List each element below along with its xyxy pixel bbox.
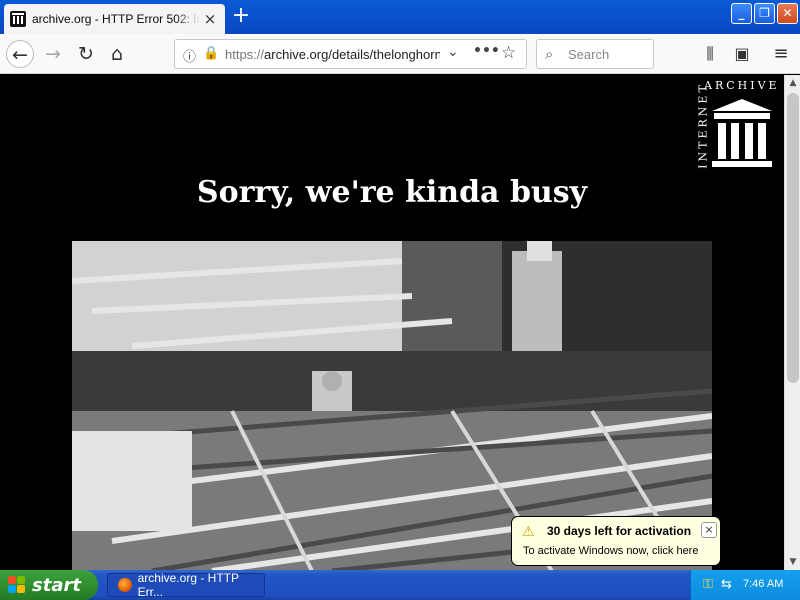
page-actions-icon[interactable]: •••	[473, 43, 500, 59]
hamburger-menu-icon[interactable]: ≡	[767, 40, 795, 68]
lock-icon[interactable]: 🔒	[203, 46, 219, 61]
page-content: ARCHIVE INTERNET Sorry, we're kinda busy	[0, 75, 784, 570]
start-label: start	[32, 574, 81, 596]
page-headline: Sorry, we're kinda busy	[196, 175, 588, 210]
scroll-up-icon[interactable]: ▲	[785, 75, 800, 91]
browser-tab[interactable]: archive.org - HTTP Error 502: Internal S…	[4, 4, 225, 34]
sidebar-toggle-icon[interactable]: ▣	[728, 40, 756, 68]
network-icon[interactable]: ⇆	[721, 577, 732, 592]
info-icon[interactable]: ⓘ	[183, 46, 196, 65]
search-input[interactable]: ⌕ Search	[536, 39, 654, 69]
balloon-title: 30 days left for activation	[547, 524, 692, 538]
back-button[interactable]: ←	[6, 40, 34, 68]
tab-close-icon[interactable]: ×	[202, 11, 218, 27]
search-icon: ⌕	[545, 45, 554, 63]
logo-archive-text: ARCHIVE	[704, 79, 780, 92]
home-button[interactable]: ⌂	[103, 40, 131, 68]
windows-logo-icon	[8, 576, 26, 594]
activation-key-icon[interactable]: ⚿	[703, 577, 713, 592]
vertical-scrollbar[interactable]: ▲ ▼	[784, 75, 800, 570]
chevron-down-icon[interactable]: ⌄	[447, 44, 459, 60]
warning-icon: ⚠	[522, 524, 535, 540]
reload-button[interactable]: ↻	[72, 40, 100, 68]
minimize-button[interactable]: _	[731, 3, 752, 24]
clock[interactable]: 7:46 AM	[743, 578, 783, 590]
url-bar[interactable]: ⓘ 🔒 https://archive.org/details/thelongh…	[174, 39, 527, 69]
archive-favicon-icon	[10, 11, 26, 27]
internet-archive-logo[interactable]: ARCHIVE INTERNET	[686, 79, 782, 175]
new-tab-button[interactable]: +	[230, 5, 252, 27]
navigation-toolbar: ← → ↻ ⌂ ⓘ 🔒 https://archive.org/details/…	[0, 34, 800, 74]
title-bar: archive.org - HTTP Error 502: Internal S…	[0, 0, 800, 34]
library-icon[interactable]: ⫼	[696, 40, 724, 68]
url-text[interactable]: https://archive.org/details/thelonghorn	[225, 47, 440, 62]
search-placeholder: Search	[568, 47, 610, 62]
activation-balloon[interactable]: ⚠ 30 days left for activation To activat…	[511, 516, 721, 566]
balloon-text[interactable]: To activate Windows now, click here	[523, 545, 698, 557]
maximize-button[interactable]: ❐	[754, 3, 775, 24]
start-button[interactable]: start	[0, 570, 98, 600]
archive-building-icon	[712, 99, 772, 167]
system-tray: ⚿ ⇆ 7:46 AM	[690, 570, 800, 600]
forward-button[interactable]: →	[39, 40, 67, 68]
taskbar-firefox-button[interactable]: archive.org - HTTP Err...	[107, 571, 265, 599]
taskbar: start archive.org - HTTP Err... ⚿ ⇆ 7:46…	[0, 570, 800, 600]
scroll-down-icon[interactable]: ▼	[785, 554, 800, 570]
bookmark-star-icon[interactable]: ☆	[501, 43, 516, 63]
logo-internet-text: INTERNET	[696, 82, 710, 169]
balloon-close-button[interactable]: ×	[701, 522, 717, 538]
close-window-button[interactable]: ✕	[777, 3, 798, 24]
url-path: archive.org/details/thelonghorn	[264, 47, 440, 62]
firefox-icon	[118, 578, 132, 592]
tab-title: archive.org - HTTP Error 502: Internal S…	[32, 12, 200, 26]
url-protocol: https://	[225, 47, 265, 62]
scroll-thumb[interactable]	[787, 93, 799, 383]
taskbar-button-label: archive.org - HTTP Err...	[137, 571, 239, 599]
